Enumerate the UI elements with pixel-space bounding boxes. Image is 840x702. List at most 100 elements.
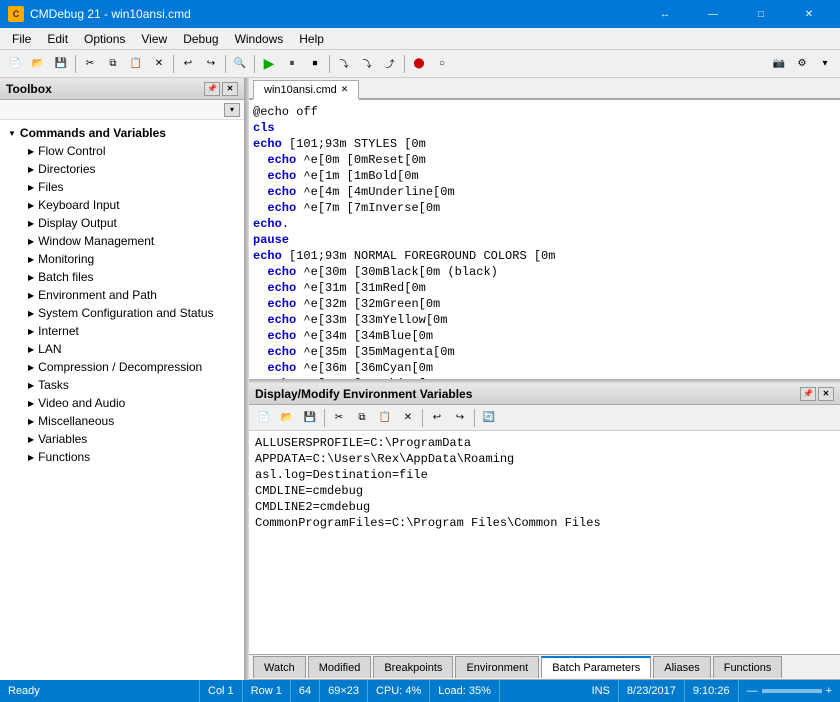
tree-item-label: Window Management [38,234,154,248]
tree-item-display[interactable]: ▶ Display Output [0,214,244,232]
minimize-button[interactable]: ↔ [642,0,688,28]
toolbar-r2[interactable]: ⚙ [791,53,813,75]
maximize-button[interactable]: □ [738,0,784,28]
status-row-text: Row 1 [251,685,282,697]
status-row: Row 1 [243,680,291,702]
toolbox-pin[interactable]: 📌 [204,82,220,96]
toolbar-find[interactable]: 🔍 [229,53,251,75]
toolbox-close[interactable]: ✕ [222,82,238,96]
env-panel-close[interactable]: ✕ [818,387,834,401]
env-tb-undo[interactable]: ↩ [426,407,448,429]
env-tb-paste[interactable]: 📋 [374,407,396,429]
env-panel-header: Display/Modify Environment Variables 📌 ✕ [249,383,840,405]
menu-options[interactable]: Options [76,30,133,48]
tree-item-monitoring[interactable]: ▶ Monitoring [0,250,244,268]
env-tb-redo[interactable]: ↪ [449,407,471,429]
tree-item-flow-control[interactable]: ▶ Flow Control [0,142,244,160]
toolbar-r3[interactable]: ▾ [814,53,836,75]
tree-item-keyboard[interactable]: ▶ Keyboard Input [0,196,244,214]
tree-item-directories[interactable]: ▶ Directories [0,160,244,178]
tree-section-header-commands[interactable]: ▼ Commands and Variables [0,124,244,142]
status-bar: Ready Col 1 Row 1 64 69×23 CPU: 4% Load:… [0,680,840,702]
toolbar-stop[interactable]: ⏹ [304,53,326,75]
tree-chevron-dir: ▶ [28,165,34,174]
env-sep3 [474,409,475,427]
tree-chevron-files: ▶ [28,183,34,192]
menu-debug[interactable]: Debug [175,30,226,48]
window-controls: ↔ — □ ✕ [642,0,832,28]
editor-tab-win10ansi[interactable]: win10ansi.cmd ✕ [253,80,359,100]
tree-item-env-path[interactable]: ▶ Environment and Path [0,286,244,304]
tree-item-compression[interactable]: ▶ Compression / Decompression [0,358,244,376]
zoom-minus-icon[interactable]: — [747,685,758,697]
bottom-tab-breakpoints[interactable]: Breakpoints [373,656,453,678]
code-line: echo ^e[33m [33mYellow[0m [253,312,836,328]
toolbar-step-over[interactable]: ⤵ [333,53,355,75]
tree-item-files[interactable]: ▶ Files [0,178,244,196]
tree-item-variables[interactable]: ▶ Variables [0,430,244,448]
env-panel-title: Display/Modify Environment Variables [255,387,472,401]
env-tb-save[interactable]: 💾 [299,407,321,429]
menu-edit[interactable]: Edit [39,30,76,48]
toolbar-breakpoint[interactable]: ⬤ [408,53,430,75]
toolbar-delete[interactable]: ✕ [148,53,170,75]
env-tb-new[interactable]: 📄 [253,407,275,429]
toolbar-open[interactable]: 📂 [27,53,49,75]
toolbar-paste[interactable]: 📋 [125,53,147,75]
env-line: asl.log=Destination=file [255,467,834,483]
toolbar-undo[interactable]: ↩ [177,53,199,75]
toolbar-copy[interactable]: ⧉ [102,53,124,75]
tree-item-label: Keyboard Input [38,198,119,212]
toolbar-save[interactable]: 💾 [50,53,72,75]
tree-item-video-audio[interactable]: ▶ Video and Audio [0,394,244,412]
toolbar-sep6 [404,55,405,73]
title-bar: C CMDebug 21 - win10ansi.cmd ↔ — □ ✕ [0,0,840,28]
env-tb-refresh[interactable]: 🔄 [478,407,500,429]
toolbar-breakpoint2[interactable]: ○ [431,53,453,75]
menu-view[interactable]: View [133,30,175,48]
tree-item-sys-config[interactable]: ▶ System Configuration and Status [0,304,244,322]
tree-item-label: Miscellaneous [38,414,114,428]
tree-item-lan[interactable]: ▶ LAN [0,340,244,358]
bottom-tab-functions[interactable]: Functions [713,656,783,678]
toolbox-dropdown[interactable]: ▾ [224,103,240,117]
toolbox-panel: Toolbox 📌 ✕ ▾ ▼ Commands and Variables ▶… [0,78,245,680]
menu-windows[interactable]: Windows [227,30,292,48]
env-tb-cut[interactable]: ✂ [328,407,350,429]
toolbar-redo[interactable]: ↪ [200,53,222,75]
bottom-tab-environment[interactable]: Environment [455,656,539,678]
tree-item-label: Internet [38,324,79,338]
env-tb-copy[interactable]: ⧉ [351,407,373,429]
tab-close-btn[interactable]: ✕ [341,84,349,95]
status-number-text: 64 [299,685,311,697]
toolbar-step-into[interactable]: ⤵ [356,53,378,75]
zoom-slider[interactable] [762,689,822,693]
tree-item-functions[interactable]: ▶ Functions [0,448,244,466]
tree-item-misc[interactable]: ▶ Miscellaneous [0,412,244,430]
code-editor[interactable]: @echo off cls echo [101;93m STYLES [0m e… [249,100,840,379]
code-line: echo ^e[30m [30mBlack[0m (black) [253,264,836,280]
toolbar-cut[interactable]: ✂ [79,53,101,75]
zoom-plus-icon[interactable]: + [826,685,832,697]
bottom-tab-aliases[interactable]: Aliases [653,656,710,678]
env-panel-pin[interactable]: 📌 [800,387,816,401]
menu-file[interactable]: File [4,30,39,48]
tree-item-tasks[interactable]: ▶ Tasks [0,376,244,394]
close-button[interactable]: ✕ [786,0,832,28]
toolbar-pause[interactable]: ⏸ [281,53,303,75]
bottom-tab-batch-params[interactable]: Batch Parameters [541,656,651,678]
toolbar-step-out[interactable]: ⤴ [379,53,401,75]
tree-item-batch[interactable]: ▶ Batch files [0,268,244,286]
bottom-tab-watch[interactable]: Watch [253,656,306,678]
toolbar-run[interactable]: ▶ [258,53,280,75]
menu-help[interactable]: Help [291,30,332,48]
tree-section-label-commands: Commands and Variables [20,126,166,140]
toolbar-r1[interactable]: 📷 [768,53,790,75]
tree-item-window-mgmt[interactable]: ▶ Window Management [0,232,244,250]
env-tb-open[interactable]: 📂 [276,407,298,429]
bottom-tab-modified[interactable]: Modified [308,656,372,678]
tree-item-internet[interactable]: ▶ Internet [0,322,244,340]
env-tb-delete[interactable]: ✕ [397,407,419,429]
minimize-button2[interactable]: — [690,0,736,28]
toolbar-new[interactable]: 📄 [4,53,26,75]
